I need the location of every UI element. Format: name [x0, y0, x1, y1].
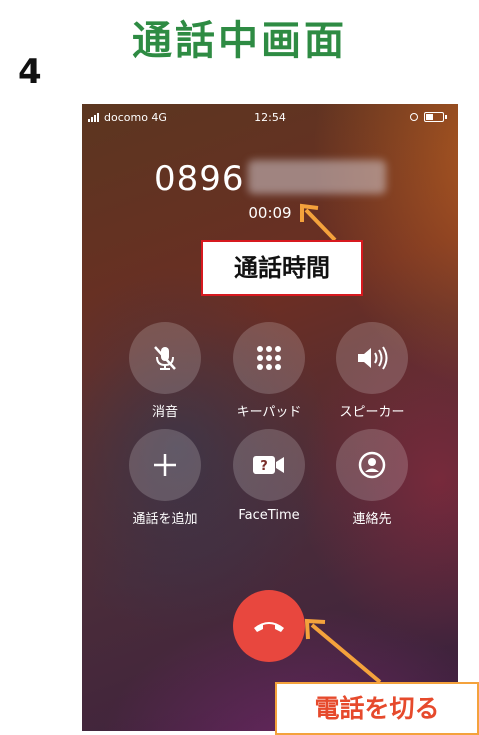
call-duration-callout: 通話時間: [201, 240, 363, 296]
mic-muted-icon: [150, 343, 180, 373]
orientation-lock-icon: [410, 113, 418, 121]
status-time: 12:54: [254, 111, 286, 124]
speaker-label: スピーカー: [339, 405, 405, 420]
battery-tip: [445, 115, 447, 119]
step-number: 4: [18, 52, 42, 92]
mute-label: 消音: [151, 405, 178, 420]
contacts-button[interactable]: [336, 429, 408, 501]
phone-hangup-icon: [251, 616, 287, 636]
battery-icon: [424, 112, 444, 122]
svg-text:?: ?: [260, 459, 268, 474]
contact-icon: [357, 450, 387, 480]
mute-button[interactable]: [129, 322, 201, 394]
plus-icon: [151, 451, 179, 479]
end-call-button[interactable]: [233, 590, 305, 662]
add-call-label: 通話を追加: [132, 512, 198, 527]
facetime-button[interactable]: ?: [233, 429, 305, 501]
add-call-button[interactable]: [129, 429, 201, 501]
keypad-label: キーパッド: [236, 405, 302, 420]
page-title: 通話中画面: [132, 18, 347, 64]
speaker-icon: [355, 343, 389, 373]
end-call-callout: 電話を切る: [275, 682, 479, 735]
phone-screen: docomo 4G 12:54 0896 00:09 消音 キーパッド スピーカ…: [82, 104, 458, 731]
status-bar: docomo 4G 12:54: [82, 104, 458, 130]
call-duration: 00:09: [248, 204, 292, 222]
speaker-button[interactable]: [336, 322, 408, 394]
facetime-icon: ?: [251, 452, 287, 478]
number-redaction: [248, 160, 386, 194]
keypad-button[interactable]: [233, 322, 305, 394]
facetime-label: FaceTime: [238, 508, 300, 523]
caller-number: 0896: [154, 159, 245, 199]
contacts-label: 連絡先: [352, 512, 392, 527]
keypad-icon: [254, 343, 284, 373]
